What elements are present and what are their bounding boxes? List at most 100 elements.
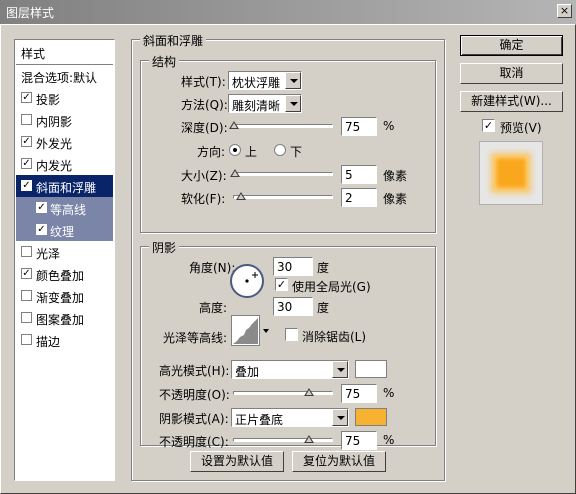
list-item-contour[interactable]: ✓ 等高线: [16, 197, 113, 219]
close-button[interactable]: ×: [557, 4, 572, 18]
preview-swatch: [494, 156, 528, 190]
slider-thumb[interactable]: [304, 435, 314, 443]
direction-up-radio[interactable]: [229, 144, 241, 156]
chevron-down-icon[interactable]: [285, 72, 301, 89]
checkbox[interactable]: [21, 312, 32, 323]
angle-dial-icon: [230, 264, 264, 298]
chevron-down-icon[interactable]: [285, 95, 301, 112]
checkbox[interactable]: [21, 114, 32, 125]
altitude-input[interactable]: 30: [273, 297, 313, 316]
slider-thumb[interactable]: [229, 121, 239, 129]
depth-input[interactable]: 75: [341, 117, 377, 136]
angle-input[interactable]: 30: [273, 257, 313, 276]
checkbox[interactable]: [21, 334, 32, 345]
list-item-inner-shadow[interactable]: 内阴影: [16, 109, 113, 131]
depth-slider[interactable]: [229, 121, 333, 129]
shadow-opacity-slider[interactable]: [233, 435, 333, 443]
size-label: 大小(Z):: [181, 169, 227, 183]
global-light-checkbox[interactable]: ✓: [275, 278, 288, 291]
highlight-opacity-label: 不透明度(O):: [159, 388, 230, 402]
list-item-satin[interactable]: 光泽: [16, 241, 113, 263]
checkbox[interactable]: ✓: [36, 202, 47, 213]
shadow-opacity-unit: %: [383, 433, 395, 447]
highlight-mode-dropdown[interactable]: 叠加: [231, 360, 349, 379]
list-item-stroke[interactable]: 描边: [16, 329, 113, 351]
angle-dial[interactable]: [229, 263, 265, 299]
checkbox[interactable]: ✓: [21, 268, 32, 279]
bevel-group-title: 斜面和浮雕: [140, 32, 207, 49]
size-input[interactable]: 5: [341, 165, 377, 184]
shading-title: 阴影: [149, 239, 180, 256]
checkbox[interactable]: [21, 246, 32, 257]
global-light-label: 使用全局光(G): [292, 280, 371, 294]
gloss-contour-picker[interactable]: [231, 315, 271, 347]
direction-down-radio[interactable]: [274, 144, 286, 156]
list-item-color-overlay[interactable]: ✓ 颜色叠加: [16, 263, 113, 285]
checkbox[interactable]: [21, 290, 32, 301]
highlight-opacity-slider[interactable]: [233, 388, 333, 396]
shadow-opacity-label: 不透明度(C):: [159, 435, 229, 449]
size-slider[interactable]: [230, 169, 333, 177]
soften-unit: 像素: [383, 192, 408, 206]
depth-unit: %: [383, 119, 395, 133]
shadow-color-swatch[interactable]: [355, 408, 387, 426]
styles-list: 样式 混合选项:默认 ✓ 投影 内阴影 ✓ 外发光 ✓ 内发光 ✓ 斜面和浮雕 ✓ 等高线…: [14, 39, 115, 481]
direction-up-label: 上: [245, 145, 258, 159]
list-item-inner-glow[interactable]: ✓ 内发光: [16, 153, 113, 175]
soften-input[interactable]: 2: [341, 188, 377, 207]
styles-header[interactable]: 样式: [16, 41, 113, 63]
list-item-gradient-overlay[interactable]: 渐变叠加: [16, 285, 113, 307]
shadow-opacity-input[interactable]: 75: [341, 431, 377, 450]
blend-options-item[interactable]: 混合选项:默认: [16, 65, 113, 87]
anti-alias-checkbox[interactable]: [285, 328, 298, 341]
technique-dropdown[interactable]: 雕刻清晰: [228, 94, 302, 113]
angle-unit: 度: [317, 261, 330, 275]
chevron-down-icon[interactable]: [332, 361, 348, 378]
slider-thumb[interactable]: [304, 388, 314, 396]
checkbox[interactable]: ✓: [21, 136, 32, 147]
preview-thumbnail: [479, 141, 543, 205]
slider-thumb[interactable]: [236, 192, 246, 200]
depth-label: 深度(D):: [181, 121, 228, 135]
contour-curve-icon: [231, 315, 269, 346]
size-unit: 像素: [383, 169, 408, 183]
structure-group: 结构 样式(T): 枕状浮雕 方法(Q): 雕刻清晰 深度(D): 75 % 方…: [140, 53, 436, 233]
list-item-pattern-overlay[interactable]: 图案叠加: [16, 307, 113, 329]
checkbox[interactable]: ✓: [21, 180, 32, 191]
shadow-mode-dropdown[interactable]: 正片叠底: [231, 408, 349, 427]
technique-label: 方法(Q):: [181, 98, 228, 112]
list-item-drop-shadow[interactable]: ✓ 投影: [16, 87, 113, 109]
list-item-texture[interactable]: ✓ 纹理: [16, 219, 113, 241]
highlight-color-swatch[interactable]: [355, 360, 387, 378]
window-title: 图层样式: [6, 6, 55, 20]
bevel-group: 斜面和浮雕 结构 样式(T): 枕状浮雕 方法(Q): 雕刻清晰 深度(D): …: [131, 32, 445, 481]
slider-thumb[interactable]: [230, 169, 240, 177]
new-style-button[interactable]: 新建样式(W)...: [460, 91, 563, 112]
checkbox[interactable]: ✓: [36, 224, 47, 235]
style-label: 样式(T):: [181, 75, 226, 89]
ok-button[interactable]: 确定: [460, 35, 563, 56]
make-default-button[interactable]: 设置为默认值: [190, 451, 284, 472]
reset-default-button[interactable]: 复位为默认值: [292, 451, 386, 472]
checkbox[interactable]: ✓: [21, 92, 32, 103]
altitude-label: 高度:: [199, 301, 228, 315]
title-bar: 图层样式 ×: [0, 0, 576, 24]
soften-label: 软化(F):: [181, 192, 226, 206]
direction-down-label: 下: [290, 145, 303, 159]
list-item-bevel-emboss[interactable]: ✓ 斜面和浮雕: [16, 175, 113, 197]
gloss-contour-label: 光泽等高线:: [163, 331, 228, 345]
checkbox[interactable]: ✓: [21, 158, 32, 169]
highlight-opacity-input[interactable]: 75: [341, 384, 377, 403]
altitude-unit: 度: [317, 301, 330, 315]
highlight-mode-label: 高光模式(H):: [159, 364, 230, 378]
shading-group: 阴影 角度(N): 30 度 ✓ 使用全局光(G) 高度: 30 度 光泽等高线…: [140, 239, 436, 450]
soften-slider[interactable]: [233, 192, 333, 200]
anti-alias-label: 消除锯齿(L): [302, 330, 367, 344]
preview-checkbox[interactable]: ✓: [482, 119, 495, 132]
style-dropdown[interactable]: 枕状浮雕: [228, 71, 302, 90]
cancel-button[interactable]: 取消: [460, 63, 563, 84]
chevron-down-icon[interactable]: [332, 409, 348, 426]
shadow-mode-label: 阴影模式(A):: [159, 412, 229, 426]
highlight-opacity-unit: %: [383, 386, 395, 400]
list-item-outer-glow[interactable]: ✓ 外发光: [16, 131, 113, 153]
